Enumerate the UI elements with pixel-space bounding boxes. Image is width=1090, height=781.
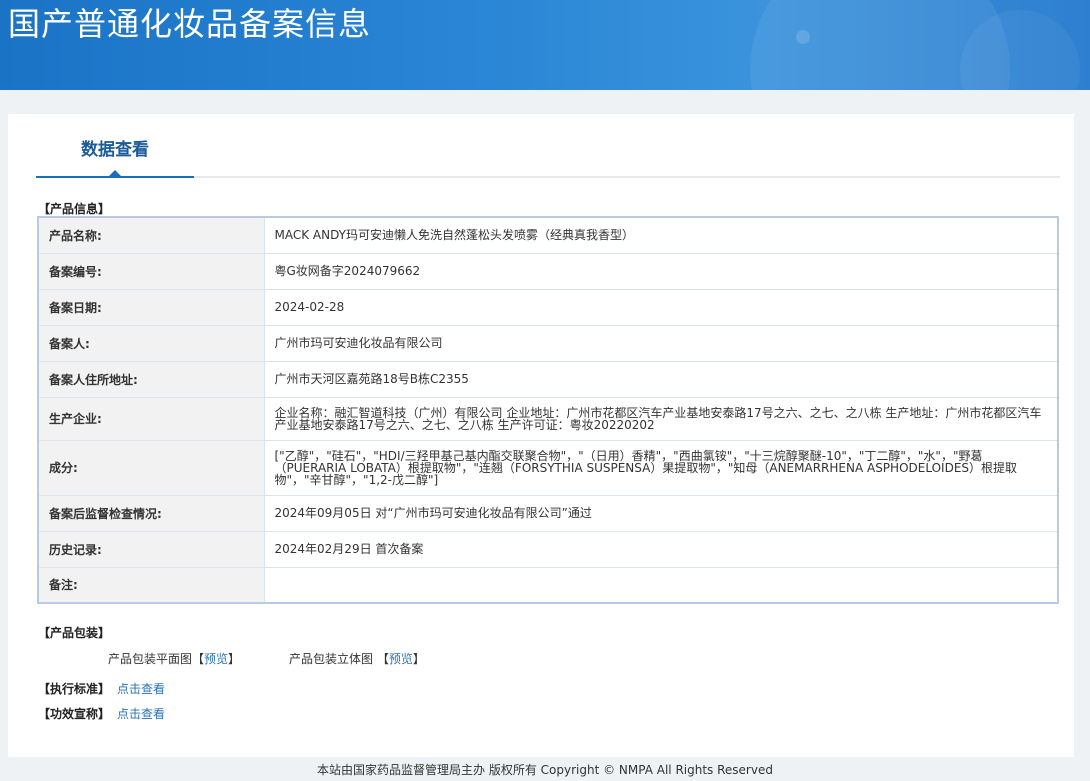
bracket-open: 【 xyxy=(192,652,205,666)
row-value: 广州市天河区嘉苑路18号B栋C2355 xyxy=(263,360,1059,398)
efficacy-view-link[interactable]: 点击查看 xyxy=(117,705,165,722)
table-row: 生产企业: 企业名称：融汇智道科技（广州）有限公司 企业地址：广州市花都区汽车产… xyxy=(37,396,1059,441)
table-row: 产品名称: MACK ANDY玛可安迪懒人免洗自然蓬松头发喷雾（经典真我香型） xyxy=(37,216,1059,254)
footer-copyright: 本站由国家药品监督管理局主办 版权所有 Copyright © NMPA All… xyxy=(317,763,773,777)
header-banner: 国产普通化妆品备案信息 xyxy=(0,0,1090,90)
product-info-table: 产品名称: MACK ANDY玛可安迪懒人免洗自然蓬松头发喷雾（经典真我香型） … xyxy=(37,216,1059,604)
packaging-flat-preview-link[interactable]: 预览 xyxy=(204,652,228,666)
row-value: 2024年09月05日 对“广州市玛可安迪化妆品有限公司”通过 xyxy=(263,494,1059,532)
row-label: 备案日期: xyxy=(37,288,265,326)
tab-bar: 数据查看 xyxy=(36,114,1060,178)
banner-decoration-dot xyxy=(796,30,810,44)
table-row: 历史记录: 2024年02月29日 首次备案 xyxy=(37,530,1059,568)
section-packaging-title: 【产品包装】 xyxy=(38,626,111,640)
table-row: 备案编号: 粤G妆网备字2024079662 xyxy=(37,252,1059,290)
section-standard-title: 【执行标准】 xyxy=(38,680,110,697)
row-value xyxy=(263,566,1059,604)
bracket-close: 】 xyxy=(412,652,425,666)
table-row: 备案人: 广州市玛可安迪化妆品有限公司 xyxy=(37,324,1059,362)
row-label: 备案后监督检查情况: xyxy=(37,494,265,532)
row-label: 备注: xyxy=(37,566,265,604)
row-label: 成分: xyxy=(37,439,265,496)
packaging-stereo-label: 产品包装立体图 xyxy=(289,652,374,666)
row-label: 备案人: xyxy=(37,324,265,362)
row-label: 备案编号: xyxy=(37,252,265,290)
row-value: ["乙醇"，"硅石"，"HDI/三羟甲基己基内酯交联聚合物"，"（日用）香精"，… xyxy=(263,439,1059,496)
table-row: 备案后监督检查情况: 2024年09月05日 对“广州市玛可安迪化妆品有限公司”… xyxy=(37,494,1059,532)
row-value: 粤G妆网备字2024079662 xyxy=(263,252,1059,290)
table-row: 成分: ["乙醇"，"硅石"，"HDI/三羟甲基己基内酯交联聚合物"，"（日用）… xyxy=(37,439,1059,496)
row-label: 历史记录: xyxy=(37,530,265,568)
row-value: MACK ANDY玛可安迪懒人免洗自然蓬松头发喷雾（经典真我香型） xyxy=(263,216,1059,254)
section-efficacy-label: 【功效宣称】 xyxy=(38,707,111,721)
packaging-stereo-item: 产品包装立体图 【预览】 xyxy=(289,650,425,667)
page-title: 国产普通化妆品备案信息 xyxy=(8,5,372,43)
content-card: 数据查看 【产品信息】 产品名称: MACK ANDY玛可安迪懒人免洗自然蓬松头… xyxy=(8,114,1074,757)
packaging-flat-item: 产品包装平面图【预览】 xyxy=(108,650,240,667)
row-value: 2024年02月29日 首次备案 xyxy=(263,530,1059,568)
packaging-flat-label: 产品包装平面图 xyxy=(108,652,193,666)
section-product-info-title: 【产品信息】 xyxy=(38,202,111,216)
packaging-stereo-preview-link[interactable]: 预览 xyxy=(389,652,413,666)
bracket-open: 【 xyxy=(376,652,389,666)
table-row: 备案人住所地址: 广州市天河区嘉苑路18号B栋C2355 xyxy=(37,360,1059,398)
row-label: 备案人住所地址: xyxy=(37,360,265,398)
section-standard-label: 【执行标准】 xyxy=(38,682,111,696)
row-value: 企业名称：融汇智道科技（广州）有限公司 企业地址：广州市花都区汽车产业基地安泰路… xyxy=(263,396,1059,441)
standard-view-link[interactable]: 点击查看 xyxy=(117,680,165,697)
row-value: 2024-02-28 xyxy=(263,288,1059,326)
bracket-close: 】 xyxy=(228,652,241,666)
row-label: 生产企业: xyxy=(37,396,265,441)
tab-data-view[interactable]: 数据查看 xyxy=(36,114,194,178)
table-row: 备案日期: 2024-02-28 xyxy=(37,288,1059,326)
section-efficacy-title: 【功效宣称】 xyxy=(38,705,110,722)
table-row: 备注: xyxy=(37,566,1059,604)
row-value: 广州市玛可安迪化妆品有限公司 xyxy=(263,324,1059,362)
row-label: 产品名称: xyxy=(37,216,265,254)
